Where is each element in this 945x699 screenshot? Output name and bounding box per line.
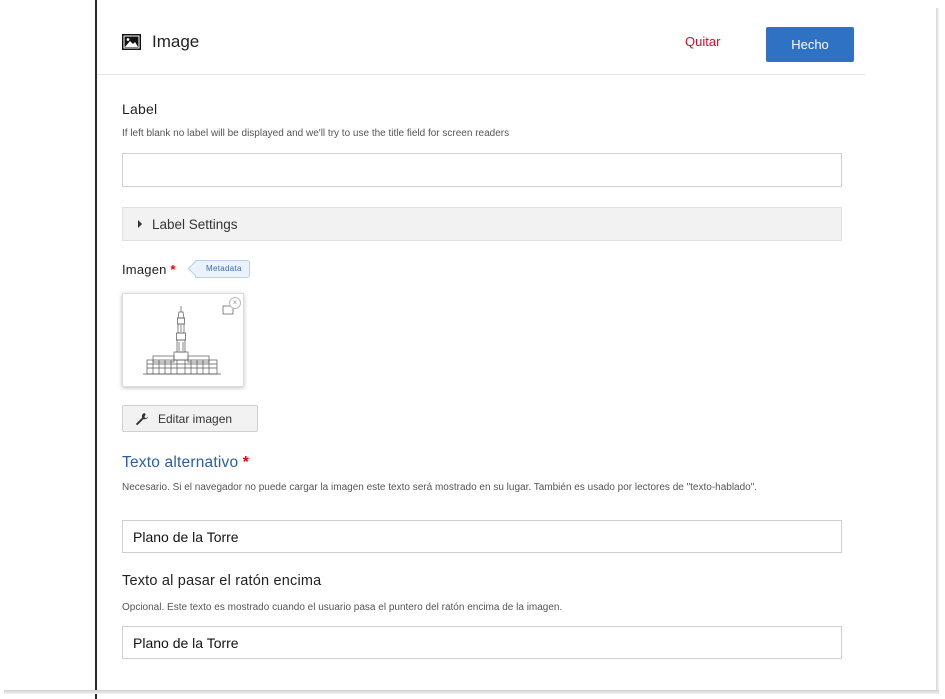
dialog-header: Image Quitar Hecho — [97, 17, 865, 75]
wrench-icon — [136, 413, 148, 425]
bottom-edge-shadow — [4, 690, 939, 694]
label-field-label: Label — [122, 101, 158, 117]
tower-drawing — [143, 305, 234, 375]
label-field-description: If left blank no label will be displayed… — [122, 128, 510, 139]
label-input[interactable] — [122, 153, 842, 187]
hover-text-input[interactable] — [122, 626, 842, 659]
image-thumbnail[interactable]: × — [122, 293, 244, 387]
hover-text-label: Texto al pasar el ratón encima — [122, 573, 322, 589]
required-asterisk: * — [242, 454, 250, 471]
image-field-label-text: Imagen — [122, 262, 167, 277]
hover-text-description: Opcional. Este texto es mostrado cuando … — [122, 602, 563, 613]
alt-text-label: Texto alternativo * — [122, 454, 249, 472]
close-icon[interactable]: × — [229, 297, 241, 309]
right-edge-shadow — [936, 8, 939, 694]
required-asterisk: * — [170, 262, 176, 277]
left-border — [95, 0, 97, 699]
edit-image-label: Editar imagen — [158, 412, 233, 426]
label-settings-toggle[interactable]: Label Settings — [122, 207, 842, 241]
remove-link[interactable]: Quitar — [685, 34, 720, 49]
metadata-badge[interactable]: Metadata — [195, 260, 250, 278]
disclosure-triangle-icon — [138, 220, 142, 228]
image-field-label: Imagen * — [122, 262, 176, 277]
label-settings-label: Label Settings — [152, 217, 238, 232]
alt-text-label-text: Texto alternativo — [122, 454, 239, 471]
done-button[interactable]: Hecho — [766, 27, 854, 62]
image-icon — [122, 34, 141, 50]
edit-image-button[interactable]: Editar imagen — [122, 405, 258, 432]
alt-text-input[interactable] — [122, 520, 842, 553]
dialog-title: Image — [152, 32, 200, 51]
alt-text-description: Necesario. Si el navegador no puede carg… — [122, 482, 758, 493]
